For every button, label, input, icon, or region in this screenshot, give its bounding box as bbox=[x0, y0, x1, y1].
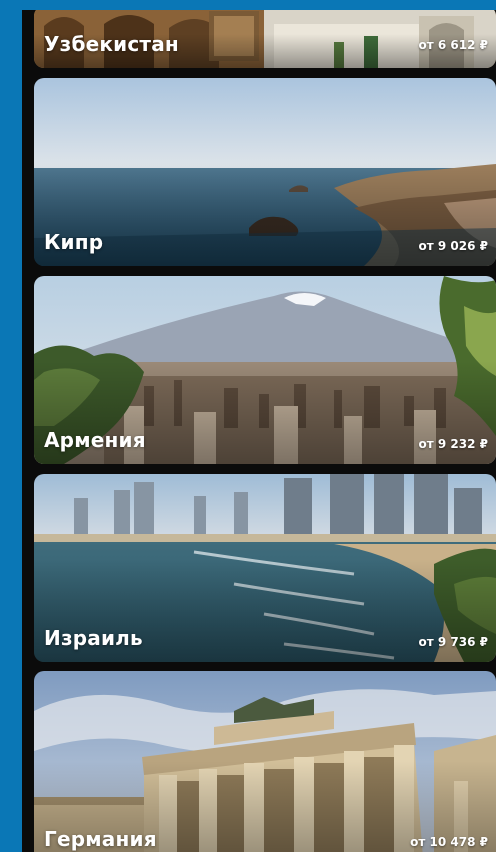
destination-price: от 9 026 ₽ bbox=[418, 239, 488, 253]
destination-price: от 6 612 ₽ bbox=[418, 38, 488, 52]
destination-name: Армения bbox=[44, 428, 146, 452]
destination-card-armenia[interactable]: Армения от 9 232 ₽ bbox=[34, 276, 496, 464]
destinations-list: Узбекистан от 6 612 ₽ Кипр от 9 026 ₽ Ар… bbox=[22, 10, 496, 852]
destination-card-germany[interactable]: Германия от 10 478 ₽ bbox=[34, 671, 496, 852]
destination-name: Израиль bbox=[44, 626, 143, 650]
destination-price: от 9 736 ₽ bbox=[418, 635, 488, 649]
destination-card-cyprus[interactable]: Кипр от 9 026 ₽ bbox=[34, 78, 496, 266]
destination-name: Германия bbox=[44, 827, 157, 851]
destination-card-israel[interactable]: Израиль от 9 736 ₽ bbox=[34, 474, 496, 662]
app-background: Узбекистан от 6 612 ₽ Кипр от 9 026 ₽ Ар… bbox=[0, 0, 496, 852]
destination-name: Узбекистан bbox=[44, 32, 179, 56]
destination-card-uzbekistan[interactable]: Узбекистан от 6 612 ₽ bbox=[34, 10, 496, 68]
destination-price: от 9 232 ₽ bbox=[418, 437, 488, 451]
destination-name: Кипр bbox=[44, 230, 104, 254]
destination-price: от 10 478 ₽ bbox=[410, 835, 488, 849]
